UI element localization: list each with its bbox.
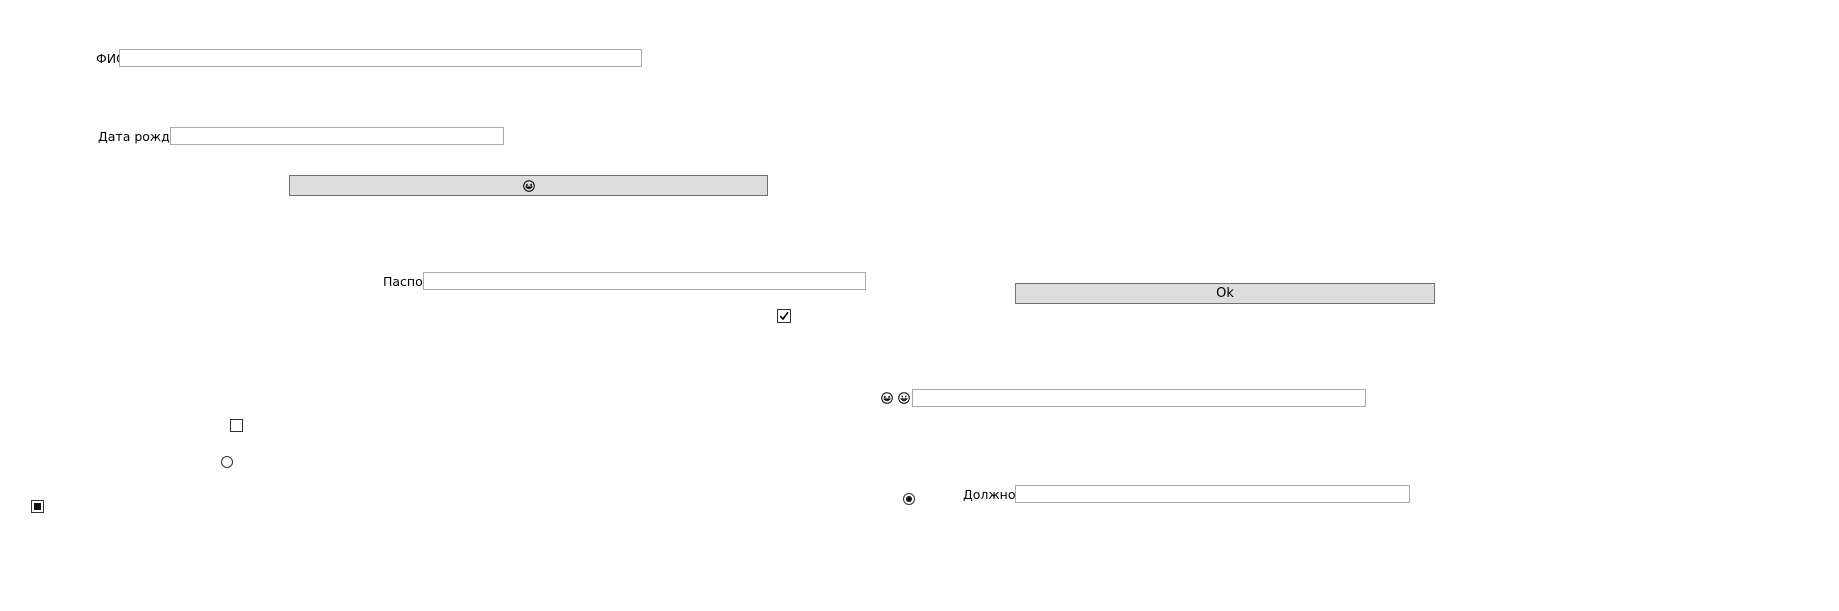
emoji-button[interactable] xyxy=(289,175,768,196)
position-input[interactable] xyxy=(1015,485,1410,503)
checkmark-icon xyxy=(779,311,789,321)
grinning-squint-face-icon xyxy=(522,179,535,192)
birthdate-input[interactable] xyxy=(170,127,504,145)
main-checkbox[interactable] xyxy=(777,309,791,323)
bottom-radio[interactable] xyxy=(903,493,915,505)
ok-button[interactable]: Ok xyxy=(1015,283,1435,304)
fio-input[interactable] xyxy=(119,49,642,67)
grinning-face-icon xyxy=(898,392,910,404)
left-checkbox[interactable] xyxy=(230,419,243,432)
passport-input[interactable] xyxy=(423,272,866,290)
emoji-field-input[interactable] xyxy=(912,389,1366,407)
left-radio[interactable] xyxy=(221,456,233,468)
indeterminate-checkbox[interactable] xyxy=(31,500,44,513)
grinning-squint-face-icon xyxy=(881,392,893,404)
